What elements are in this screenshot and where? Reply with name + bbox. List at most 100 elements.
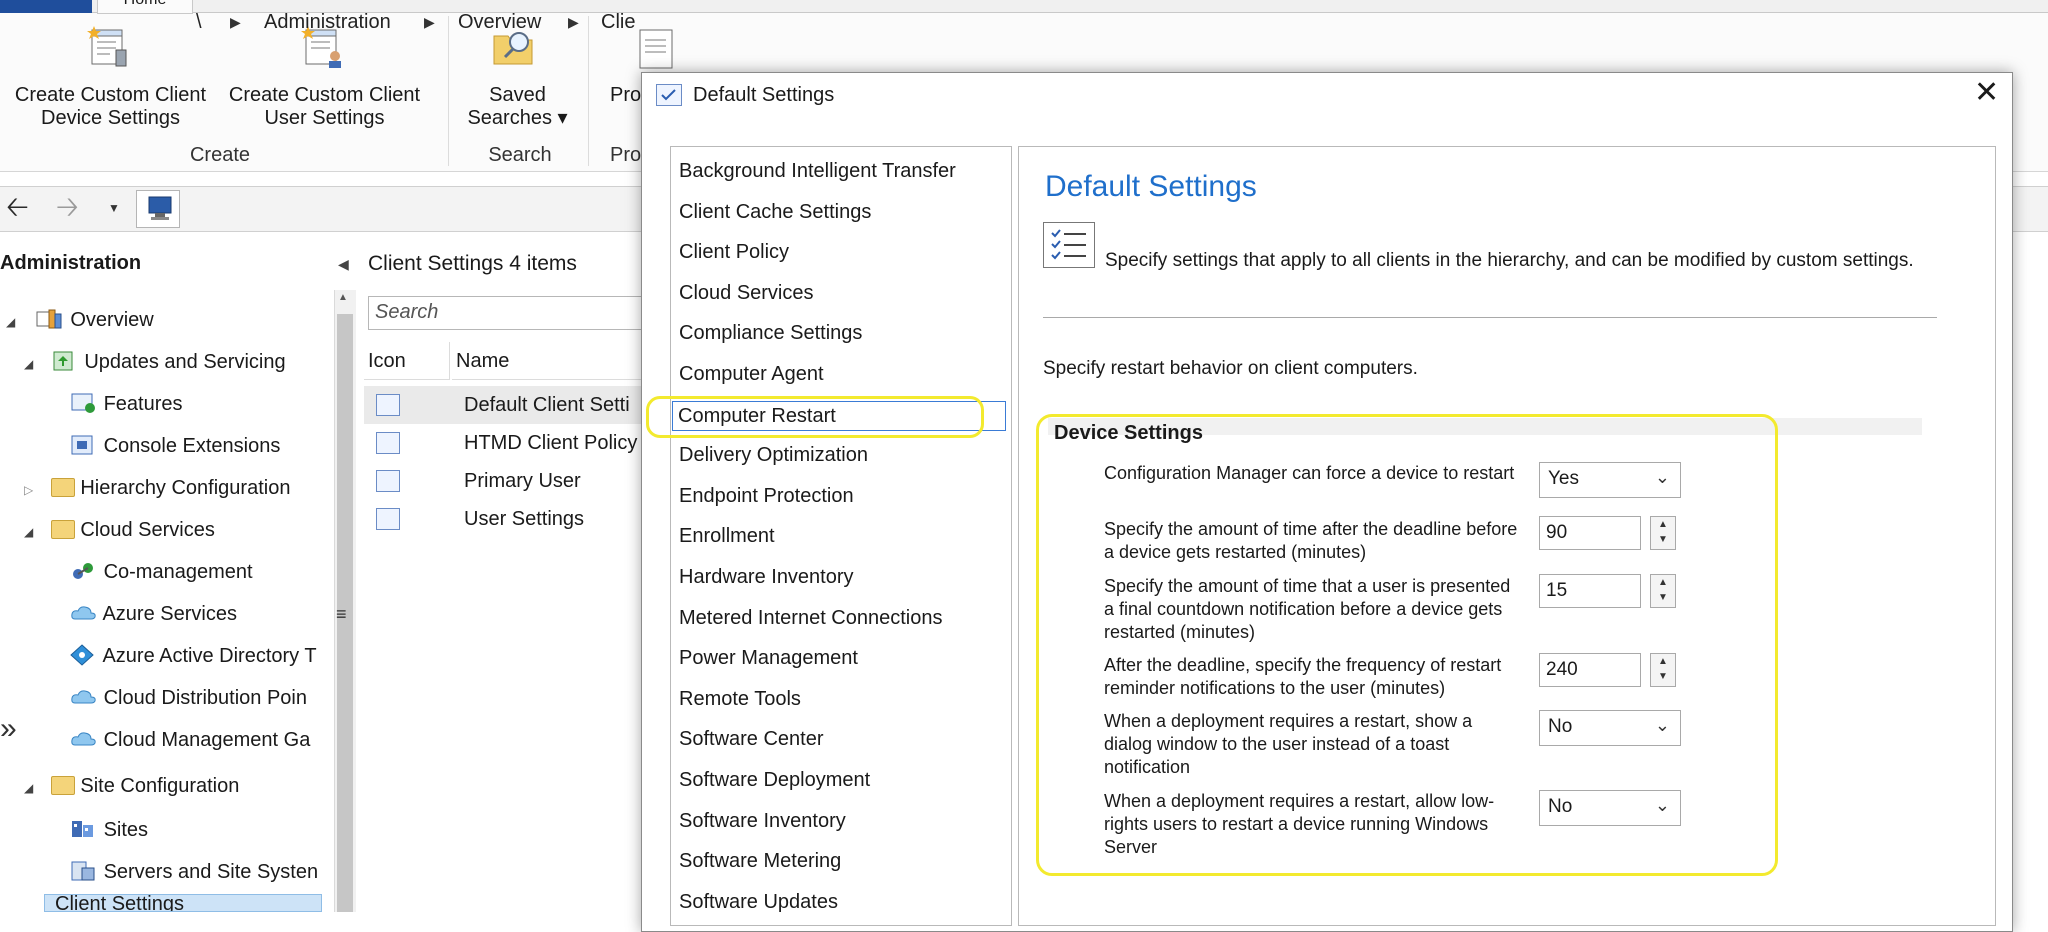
ribbon-group-create: Create bbox=[189, 144, 251, 166]
category-item[interactable]: Software Metering bbox=[679, 850, 841, 873]
column-header-icon[interactable]: Icon bbox=[364, 342, 450, 380]
tree-item-site-configuration[interactable]: ◢ Site Configuration bbox=[24, 770, 239, 802]
collapse-pane-icon[interactable]: ◀ bbox=[338, 256, 349, 273]
category-item[interactable]: Client Cache Settings bbox=[679, 201, 871, 224]
folder-icon bbox=[50, 478, 75, 497]
restart-description: Specify restart behavior on client compu… bbox=[1043, 358, 1418, 379]
user-settings-icon bbox=[376, 508, 400, 530]
tree-item-label: Azure Active Directory T bbox=[102, 645, 317, 667]
client-settings-icon bbox=[376, 470, 400, 492]
search-input[interactable]: Search bbox=[368, 296, 668, 330]
client-settings-icon bbox=[376, 394, 400, 416]
row-name: Default Client Setti bbox=[464, 394, 630, 416]
history-dropdown-icon[interactable]: ▼ bbox=[108, 201, 120, 215]
properties-icon[interactable] bbox=[638, 28, 678, 75]
breadcrumb-root[interactable]: \ bbox=[196, 11, 202, 34]
tree-item-cloud-management-gateway[interactable]: Cloud Management Ga bbox=[70, 724, 310, 756]
tree-item-features[interactable]: Features bbox=[70, 388, 183, 420]
table-row[interactable]: User Settings bbox=[364, 500, 644, 538]
category-item[interactable]: Delivery Optimization bbox=[679, 444, 868, 467]
tree-item-cloud-distribution-points[interactable]: Cloud Distribution Poin bbox=[70, 682, 307, 714]
expand-pane-icon[interactable]: » bbox=[0, 714, 17, 744]
tree-item-label: Servers and Site Systen bbox=[103, 861, 319, 883]
nav-pane-title: Administration bbox=[0, 252, 142, 274]
tree-item-co-management[interactable]: Co-management bbox=[70, 556, 253, 588]
tree-item-label: Overview bbox=[70, 309, 154, 331]
cloud-icon bbox=[71, 606, 96, 620]
table-row[interactable]: Primary User bbox=[364, 462, 644, 500]
category-item[interactable]: Computer Agent bbox=[679, 363, 824, 386]
tree-expanded-icon[interactable]: ◢ bbox=[24, 525, 33, 539]
category-item[interactable]: Cloud Services bbox=[679, 282, 814, 305]
device-settings-highlight bbox=[1036, 414, 1778, 876]
category-item[interactable]: Compliance Settings bbox=[679, 322, 862, 345]
row-name: Primary User bbox=[464, 470, 581, 492]
dialog-title: Default Settings bbox=[693, 84, 835, 106]
tree-item-cloud-services[interactable]: ◢ Cloud Services bbox=[24, 514, 215, 546]
tree-item-azure-services[interactable]: Azure Services bbox=[70, 598, 237, 630]
location-box[interactable] bbox=[136, 190, 180, 228]
breadcrumb-client-settings[interactable]: Clie bbox=[601, 11, 635, 34]
column-header-name[interactable]: Name bbox=[452, 342, 652, 380]
tab-home[interactable]: Home bbox=[97, 0, 193, 14]
splitter-grip-icon[interactable]: ≡ bbox=[336, 604, 347, 625]
tree-item-overview[interactable]: ◢ Overview bbox=[6, 304, 154, 336]
tree-item-azure-active-directory[interactable]: Azure Active Directory T bbox=[70, 640, 317, 672]
tree-item-hierarchy-configuration[interactable]: ▷ Hierarchy Configuration bbox=[24, 472, 290, 504]
create-user-settings-button[interactable]: Create Custom Client User Settings bbox=[222, 84, 427, 130]
settings-heading: Default Settings bbox=[1045, 170, 1257, 203]
tree-item-label: Azure Services bbox=[102, 603, 237, 625]
breadcrumb-arrow-icon[interactable]: ▶ bbox=[424, 14, 435, 31]
tree-item-console-extensions[interactable]: Console Extensions bbox=[70, 430, 280, 462]
computer-icon bbox=[148, 196, 172, 220]
forward-arrow-icon[interactable]: 🡢 bbox=[56, 193, 79, 221]
tree-item-label: Cloud Distribution Poin bbox=[103, 687, 307, 709]
console-extensions-icon bbox=[71, 435, 93, 455]
category-item[interactable]: Software Deployment bbox=[679, 769, 870, 792]
updates-servicing-icon bbox=[53, 351, 73, 371]
saved-searches-button[interactable]: Saved Searches ▾ bbox=[460, 84, 575, 130]
create-device-settings-button[interactable]: Create Custom Client Device Settings bbox=[8, 84, 213, 130]
close-icon[interactable]: ✕ bbox=[1974, 78, 1999, 108]
category-item[interactable]: Client Policy bbox=[679, 241, 789, 264]
tree-expanded-icon[interactable]: ◢ bbox=[6, 315, 15, 329]
category-item[interactable]: Software Updates bbox=[679, 891, 838, 914]
back-arrow-icon[interactable]: 🡠 bbox=[6, 193, 29, 221]
category-item[interactable]: Software Inventory bbox=[679, 810, 846, 833]
tree-item-label: Updates and Servicing bbox=[84, 351, 286, 373]
category-item[interactable]: Remote Tools bbox=[679, 688, 801, 711]
breadcrumb-administration[interactable]: Administration bbox=[264, 11, 391, 34]
category-item[interactable]: Metered Internet Connections bbox=[679, 607, 943, 630]
tree-item-client-settings[interactable]: Client Settings bbox=[44, 894, 322, 912]
cloud-icon bbox=[71, 732, 96, 746]
category-item[interactable]: Hardware Inventory bbox=[679, 566, 854, 589]
tree-expanded-icon[interactable]: ◢ bbox=[24, 781, 33, 795]
ribbon-separator bbox=[588, 16, 589, 166]
table-row[interactable]: Default Client Setti bbox=[364, 386, 644, 424]
tree-item-sites[interactable]: Sites bbox=[70, 814, 148, 846]
overview-icon bbox=[36, 309, 62, 329]
category-item[interactable]: Power Management bbox=[679, 647, 858, 670]
ribbon-separator bbox=[448, 16, 449, 166]
breadcrumb-arrow-icon[interactable]: ▶ bbox=[568, 14, 579, 31]
tree-item-updates-servicing[interactable]: ◢ Updates and Servicing bbox=[24, 346, 286, 378]
tree-item-servers-site-systems[interactable]: Servers and Site Systen bbox=[70, 856, 318, 888]
nav-scrollbar[interactable]: ▲ bbox=[334, 290, 356, 912]
features-icon bbox=[71, 393, 95, 413]
sites-icon bbox=[72, 821, 93, 837]
breadcrumb-arrow-icon[interactable]: ▶ bbox=[230, 14, 241, 31]
properties-button[interactable]: Pro bbox=[610, 84, 641, 107]
file-tab[interactable] bbox=[0, 0, 92, 13]
create-device-settings-icon[interactable] bbox=[86, 24, 132, 75]
category-item[interactable]: Endpoint Protection bbox=[679, 485, 854, 508]
table-row[interactable]: HTMD Client Policy bbox=[364, 424, 644, 462]
category-item[interactable]: Software Center bbox=[679, 728, 824, 751]
tree-expanded-icon[interactable]: ◢ bbox=[24, 357, 33, 371]
category-item[interactable]: Background Intelligent Transfer bbox=[679, 160, 956, 183]
tree-collapsed-icon[interactable]: ▷ bbox=[24, 483, 33, 497]
category-item[interactable]: Enrollment bbox=[679, 525, 775, 548]
scroll-up-icon[interactable]: ▲ bbox=[338, 292, 348, 303]
tree-item-label: Co-management bbox=[103, 561, 253, 583]
breadcrumb-overview[interactable]: Overview bbox=[458, 11, 541, 34]
divider bbox=[1043, 317, 1937, 318]
